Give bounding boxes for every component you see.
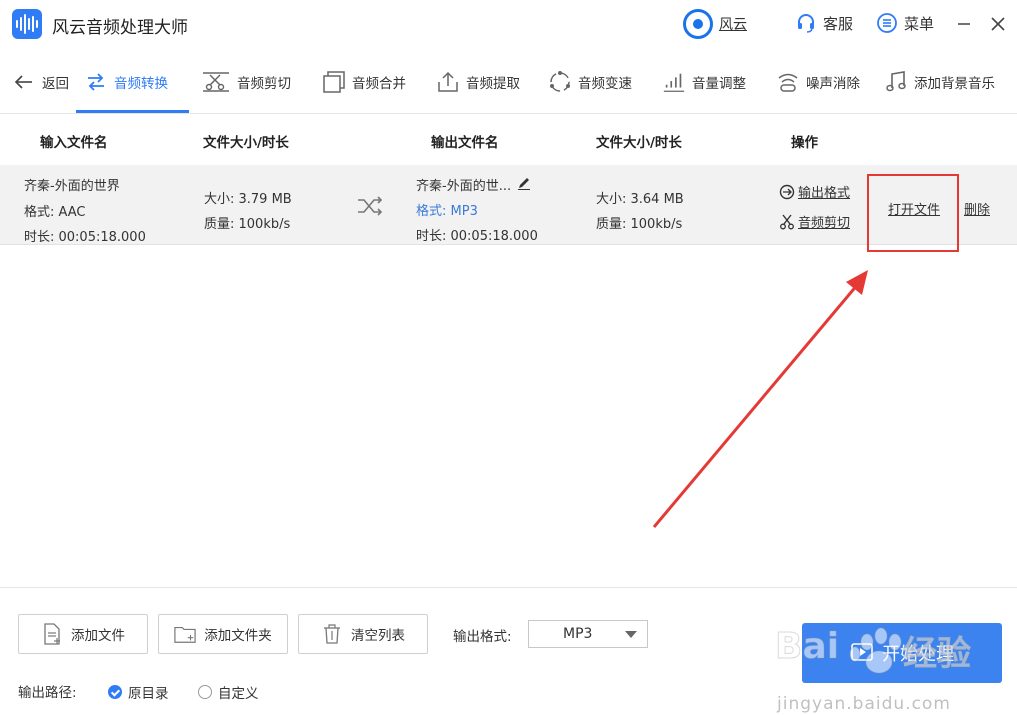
add-file-label: 添加文件 — [71, 628, 125, 644]
add-file-button[interactable]: 添加文件 — [18, 614, 148, 654]
radio-unchecked-icon — [198, 685, 212, 699]
start-processing-button[interactable]: 开始处理 — [802, 623, 1002, 683]
chevron-down-icon — [625, 631, 637, 638]
bottom-divider — [0, 587, 1017, 588]
clear-list-button[interactable]: 清空列表 — [298, 614, 428, 654]
add-folder-button[interactable]: 添加文件夹 — [158, 614, 288, 654]
start-processing-label: 开始处理 — [882, 644, 954, 665]
output-format-select[interactable]: MP3 — [528, 620, 648, 648]
radio-checked-icon — [108, 685, 122, 699]
annotation-arrow — [652, 270, 868, 528]
radio-custom-label: 自定义 — [218, 686, 259, 702]
add-file-icon — [41, 623, 63, 645]
play-screen-icon — [851, 643, 873, 661]
radio-original-directory[interactable]: 原目录 — [108, 682, 169, 702]
add-folder-label: 添加文件夹 — [204, 628, 272, 644]
trash-icon — [321, 623, 343, 645]
add-folder-icon — [174, 623, 196, 645]
radio-custom-directory[interactable]: 自定义 — [198, 682, 259, 702]
output-path-label: 输出路径: — [18, 685, 77, 701]
clear-list-label: 清空列表 — [351, 628, 405, 644]
output-format-value: MP3 — [563, 626, 593, 642]
radio-original-label: 原目录 — [128, 686, 169, 702]
output-format-label: 输出格式: — [453, 629, 512, 645]
